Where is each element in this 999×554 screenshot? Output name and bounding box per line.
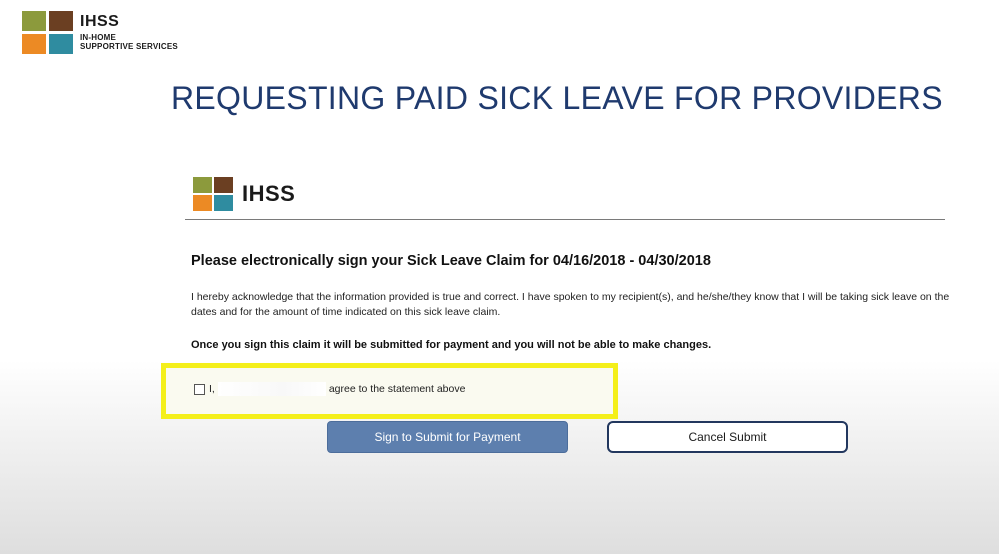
acknowledgement-text: I hereby acknowledge that the informatio… (191, 291, 950, 318)
form-header-brand: IHSS (242, 181, 296, 206)
logo-square-brown (49, 11, 73, 31)
logo-square-green (22, 11, 46, 31)
ihss-logo-mark-icon (22, 11, 73, 54)
claim-heading: Please electronically sign your Sick Lea… (191, 253, 711, 269)
logo-square-teal (49, 34, 73, 54)
ihss-logo-mark-icon (193, 177, 233, 211)
slide-title: REQUESTING PAID SICK LEAVE FOR PROVIDERS (171, 80, 943, 116)
cancel-submit-button[interactable]: Cancel Submit (607, 421, 848, 453)
logo-text: IHSS IN-HOME SUPPORTIVE SERVICES (80, 11, 178, 52)
provider-name-redacted (217, 382, 326, 396)
agree-checkbox[interactable] (194, 383, 205, 395)
logo-square-orange (193, 195, 212, 211)
agree-statement: agree to the statement above (328, 383, 466, 395)
agree-prefix: I, (209, 383, 215, 395)
warning-text: Once you sign this claim it will be subm… (191, 339, 712, 351)
logo-subtitle-line2: SUPPORTIVE SERVICES (80, 42, 178, 51)
ihss-logo: IHSS IN-HOME SUPPORTIVE SERVICES (22, 11, 178, 54)
header-divider (185, 219, 945, 220)
logo-square-brown (214, 177, 233, 193)
agree-checkbox-row[interactable]: I, agree to the statement above (194, 382, 465, 396)
agreement-highlight: I, agree to the statement above (161, 363, 618, 419)
logo-subtitle-line1: IN-HOME (80, 33, 117, 42)
form-header-logo: IHSS (193, 177, 295, 211)
logo-square-orange (22, 34, 46, 54)
sign-submit-button[interactable]: Sign to Submit for Payment (327, 421, 568, 453)
logo-brand-name: IHSS (80, 13, 120, 30)
logo-square-teal (214, 195, 233, 211)
logo-square-green (193, 177, 212, 193)
